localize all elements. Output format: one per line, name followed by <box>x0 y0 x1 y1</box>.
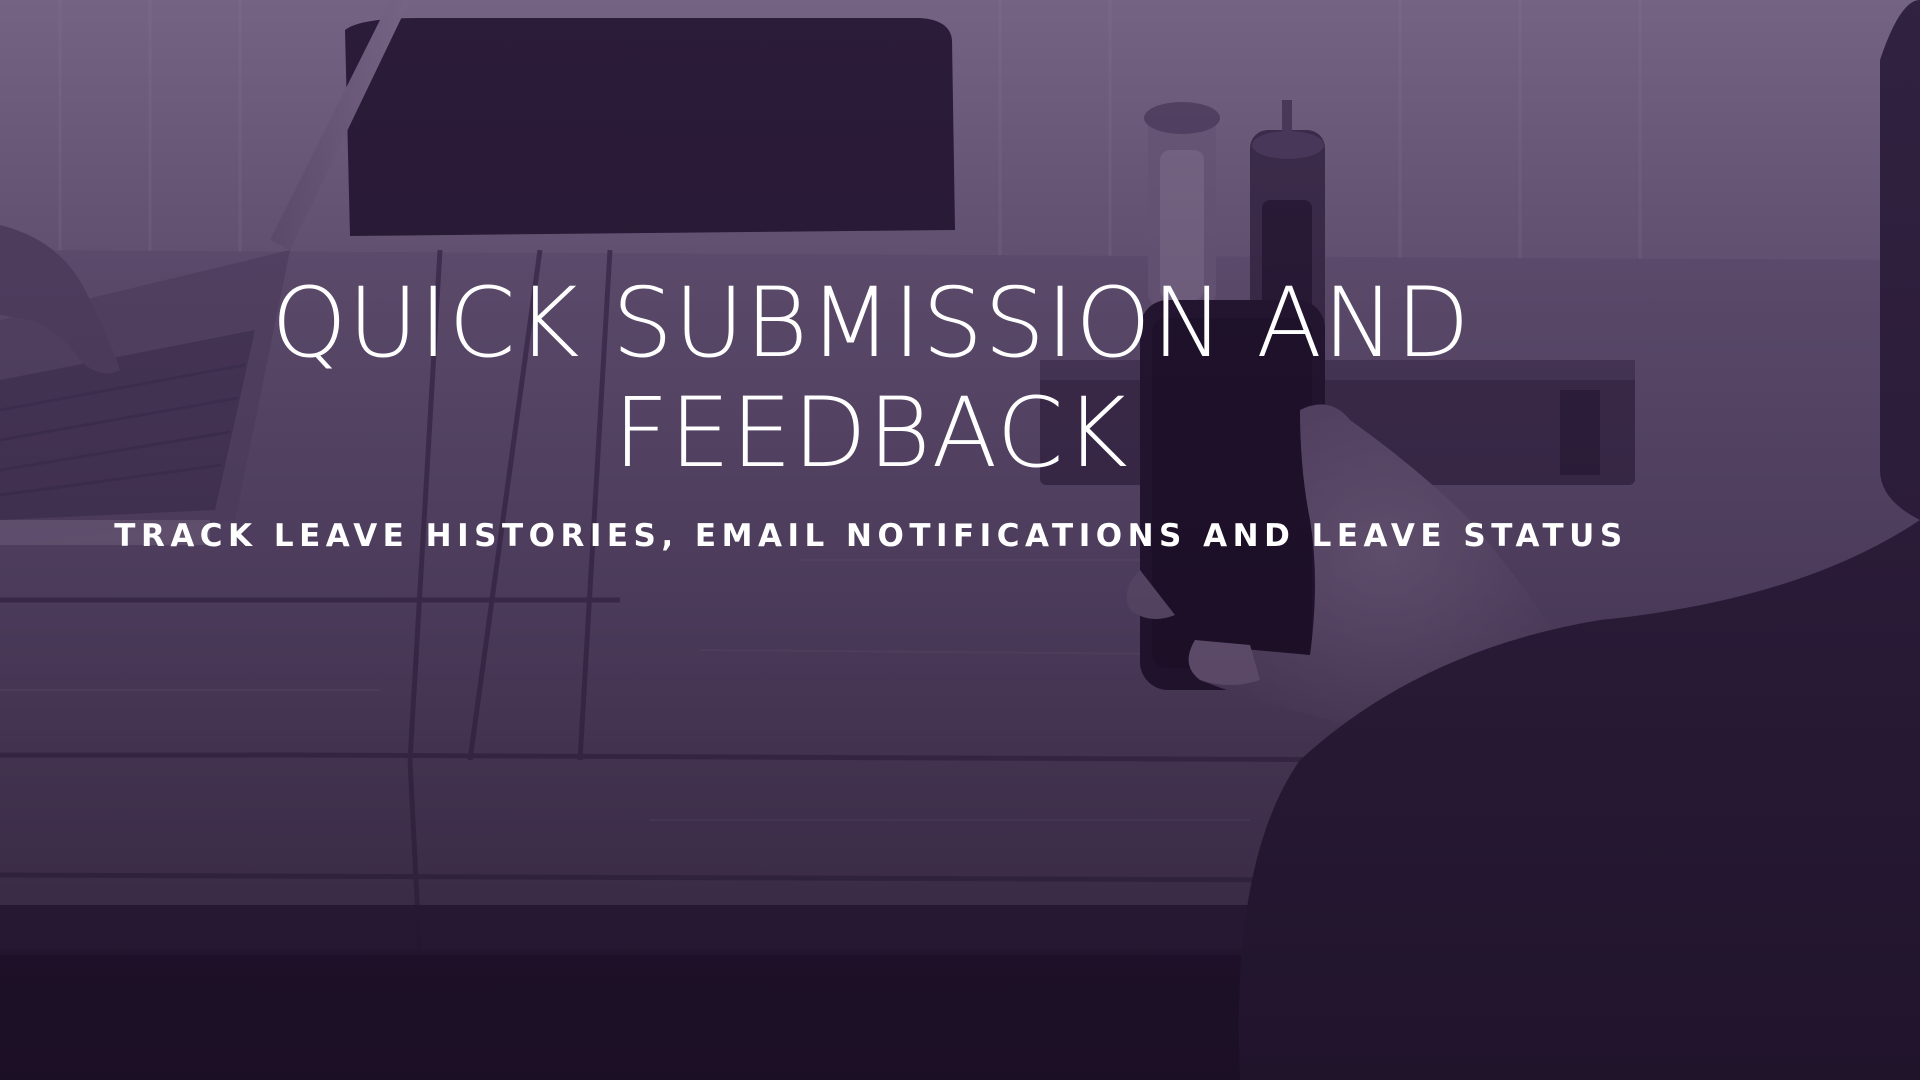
headline-line-1: QUICK SUBMISSION AND <box>271 267 1471 379</box>
hero-headline: QUICK SUBMISSION AND FEEDBACK <box>0 268 1742 488</box>
headline-line-2: FEEDBACK <box>613 377 1129 489</box>
hero-banner: QUICK SUBMISSION AND FEEDBACK TRACK LEAV… <box>0 0 1920 1080</box>
hero-subheadline: TRACK LEAVE HISTORIES, EMAIL NOTIFICATIO… <box>114 518 1628 554</box>
